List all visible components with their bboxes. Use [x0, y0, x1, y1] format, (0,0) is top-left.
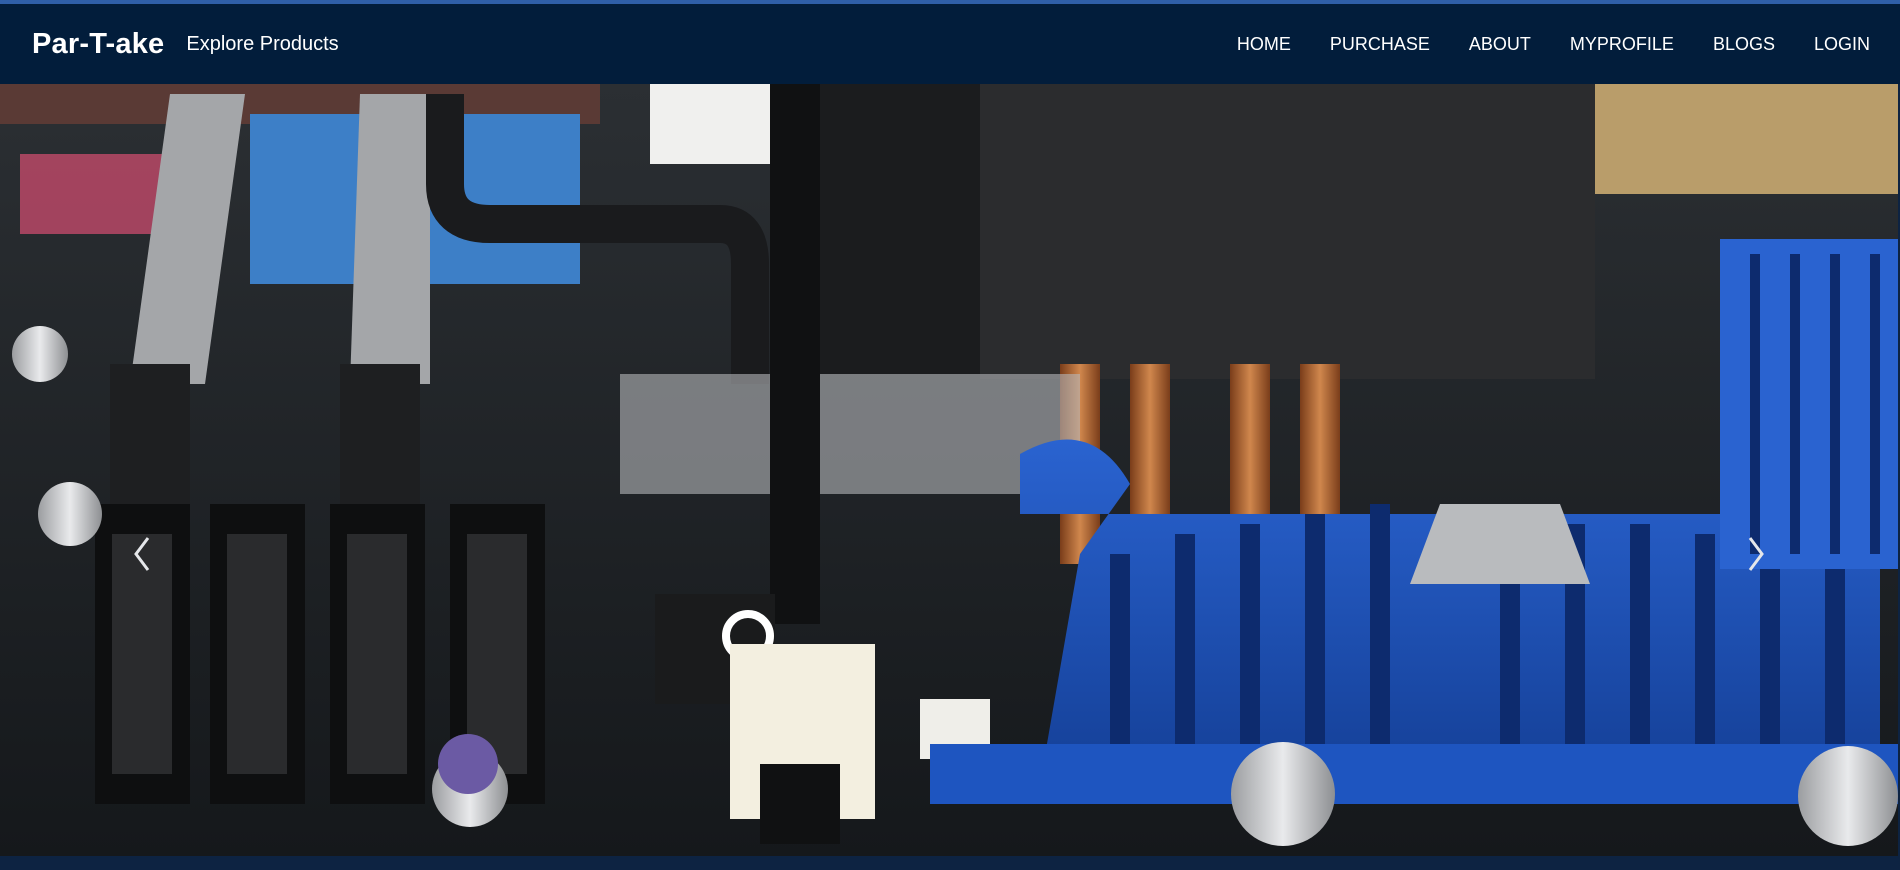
nav-about[interactable]: ABOUT — [1469, 34, 1531, 55]
hero-carousel — [0, 84, 1900, 856]
nav-blogs[interactable]: BLOGS — [1713, 34, 1775, 55]
motherboard-photo — [0, 84, 1900, 856]
page-bottom-band — [0, 856, 1900, 870]
carousel-prev-button[interactable] — [122, 524, 162, 584]
nav-home[interactable]: HOME — [1237, 34, 1291, 55]
chevron-left-icon — [134, 537, 150, 571]
carousel-next-button[interactable] — [1736, 524, 1776, 584]
chevron-right-icon — [1748, 537, 1764, 571]
brand-logo[interactable]: Par-T-ake — [32, 28, 164, 61]
navbar: Par-T-ake Explore Products HOME PURCHASE… — [0, 4, 1900, 84]
nav-purchase[interactable]: PURCHASE — [1330, 34, 1430, 55]
nav-login[interactable]: LOGIN — [1814, 34, 1870, 55]
nav-myprofile[interactable]: MYPROFILE — [1570, 34, 1674, 55]
explore-products-link[interactable]: Explore Products — [186, 33, 338, 56]
nav-links: HOME PURCHASE ABOUT MYPROFILE BLOGS LOGI… — [1198, 34, 1870, 55]
